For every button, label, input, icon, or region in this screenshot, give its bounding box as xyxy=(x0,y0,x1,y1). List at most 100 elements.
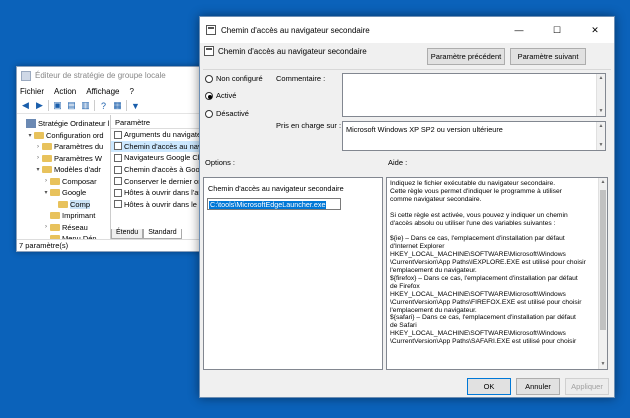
scroll-up-icon[interactable]: ▲ xyxy=(597,74,605,83)
radio-label: Activé xyxy=(216,91,237,100)
tree-item[interactable]: › Composar xyxy=(17,176,110,188)
toolbar-separator xyxy=(94,100,95,111)
comment-label: Commentaire : xyxy=(276,74,326,83)
policy-tree[interactable]: Stratégie Ordinateur l ▾ Configuration ord… xyxy=(17,115,111,239)
list-item-label: Arguments du navigateur xyxy=(124,130,208,140)
tree-item[interactable]: ▾ Google xyxy=(17,187,110,199)
folder-icon xyxy=(50,212,60,220)
folder-icon xyxy=(42,154,52,162)
help-icon[interactable]: ? xyxy=(98,100,109,111)
tree-item[interactable]: › Paramètres du xyxy=(17,141,110,153)
scroll-thumb[interactable] xyxy=(600,190,606,330)
help-scrollbar[interactable]: ▲ ▼ xyxy=(598,178,607,369)
close-icon[interactable]: ✕ xyxy=(576,17,614,43)
comment-scrollbar[interactable]: ▲ ▼ xyxy=(596,74,605,116)
expand-chevron-icon[interactable]: › xyxy=(34,144,42,150)
expand-chevron-icon[interactable]: ▾ xyxy=(34,166,42,173)
maximize-icon[interactable]: ☐ xyxy=(538,17,576,43)
supported-on-field: Microsoft Windows XP SP2 ou version ulté… xyxy=(342,121,606,151)
policy-icon xyxy=(204,46,214,56)
properties-icon[interactable]: ▦ xyxy=(112,100,123,111)
expand-chevron-icon[interactable]: › xyxy=(42,224,50,230)
apply-button[interactable]: Appliquer xyxy=(565,378,609,395)
scroll-up-icon[interactable]: ▲ xyxy=(599,178,607,187)
options-label: Options : xyxy=(205,158,236,167)
policy-icon xyxy=(206,25,216,35)
setting-icon xyxy=(114,153,122,162)
menu-action[interactable]: Action xyxy=(54,87,76,96)
previous-setting-button[interactable]: Paramètre précédent xyxy=(427,48,505,65)
policy-setting-dialog[interactable]: Chemin d'accès au navigateur secondaire … xyxy=(199,16,615,398)
tree-item-label: Paramètres W xyxy=(54,153,102,163)
tree-item-label: Composar xyxy=(62,176,97,186)
tree-item[interactable]: ▾ Modèles d'adr xyxy=(17,164,110,176)
setting-header: Chemin d'accès au navigateur secondaire xyxy=(204,46,367,56)
radio-circle[interactable] xyxy=(205,91,213,100)
help-text: Indiquez le fichier exécutable du naviga… xyxy=(390,180,586,346)
tree-item-label: Google xyxy=(62,188,87,198)
folder-icon xyxy=(58,200,68,208)
expand-chevron-icon[interactable]: › xyxy=(34,155,42,161)
tree-item-label: Imprimant xyxy=(62,211,96,221)
list-item-label: Chemin d'accès à Google xyxy=(124,165,210,175)
tree-item[interactable]: Comp xyxy=(17,199,110,211)
tree-item[interactable]: ▾ Configuration ord xyxy=(17,130,110,142)
scroll-down-icon[interactable]: ▼ xyxy=(597,141,605,150)
list-item-label: Hôtes à ouvrir dans le r xyxy=(124,199,202,209)
forward-arrow-icon[interactable]: ▶ xyxy=(34,100,45,111)
support-scrollbar[interactable]: ▲ ▼ xyxy=(596,122,605,150)
back-arrow-icon[interactable]: ◀ xyxy=(20,100,31,111)
divider xyxy=(203,69,611,70)
show-tree-icon[interactable]: ▤ xyxy=(66,100,77,111)
setting-icon xyxy=(114,142,122,151)
ok-button[interactable]: OK xyxy=(467,378,511,395)
tree-item[interactable]: › Réseau xyxy=(17,222,110,234)
menu-help[interactable]: ? xyxy=(129,87,133,96)
tree-item-label: Paramètres du xyxy=(54,142,104,152)
help-panel[interactable]: Indiquez le fichier exécutable du naviga… xyxy=(386,177,608,370)
scroll-down-icon[interactable]: ▼ xyxy=(599,360,607,369)
setting-icon xyxy=(114,200,122,209)
tree-item-label: Comp xyxy=(70,199,91,209)
menu-affichage[interactable]: Affichage xyxy=(86,87,119,96)
expand-chevron-icon[interactable]: › xyxy=(42,178,50,184)
tab-standard[interactable]: Standard xyxy=(143,229,182,239)
radio-enabled[interactable]: Activé xyxy=(205,91,236,100)
tree-item[interactable]: Imprimant xyxy=(17,210,110,222)
tree-item-label: Configuration ord xyxy=(46,130,104,140)
folder-icon xyxy=(42,166,52,174)
setting-name: Chemin d'accès au navigateur secondaire xyxy=(218,46,367,56)
tree-item[interactable]: Stratégie Ordinateur l xyxy=(17,118,110,130)
radio-disabled[interactable]: Désactivé xyxy=(205,109,249,118)
radio-circle[interactable] xyxy=(205,109,213,118)
view-tabs: Étendu Standard xyxy=(111,229,182,239)
expand-chevron-icon[interactable]: ▾ xyxy=(26,132,34,139)
tree-item[interactable]: › Paramètres W xyxy=(17,153,110,165)
folder-icon xyxy=(50,189,60,197)
options-panel: Chemin d'accès au navigateur secondaire … xyxy=(203,177,383,370)
computer-policy-icon xyxy=(26,119,36,129)
next-setting-button[interactable]: Paramètre suivant xyxy=(510,48,586,65)
browser-path-input[interactable]: C:\tools\MicrosoftEdgeLauncher.exe xyxy=(207,198,341,210)
folder-icon xyxy=(50,223,60,231)
help-label: Aide : xyxy=(388,158,408,167)
tree-item-label: Stratégie Ordinateur l xyxy=(38,119,110,129)
comment-textarea[interactable]: ▲ ▼ xyxy=(342,73,606,117)
up-folder-icon[interactable]: ▣ xyxy=(52,100,63,111)
expand-chevron-icon[interactable]: ▾ xyxy=(42,189,50,196)
tab-extended[interactable]: Étendu xyxy=(111,229,144,239)
radio-not-configured[interactable]: Non configuré xyxy=(205,74,263,83)
scroll-up-icon[interactable]: ▲ xyxy=(597,122,605,131)
dialog-titlebar[interactable]: Chemin d'accès au navigateur secondaire … xyxy=(200,17,614,43)
export-list-icon[interactable]: ▥ xyxy=(80,100,91,111)
filter-icon[interactable]: ▼ xyxy=(130,100,141,111)
option-title: Chemin d'accès au navigateur secondaire xyxy=(208,184,344,193)
minimize-icon[interactable]: — xyxy=(500,17,538,43)
setting-icon xyxy=(114,188,122,197)
folder-icon xyxy=(42,143,52,151)
radio-circle[interactable] xyxy=(205,74,213,83)
menu-fichier[interactable]: Fichier xyxy=(20,87,44,96)
cancel-button[interactable]: Annuler xyxy=(516,378,560,395)
toolbar-separator xyxy=(48,100,49,111)
scroll-down-icon[interactable]: ▼ xyxy=(597,107,605,116)
